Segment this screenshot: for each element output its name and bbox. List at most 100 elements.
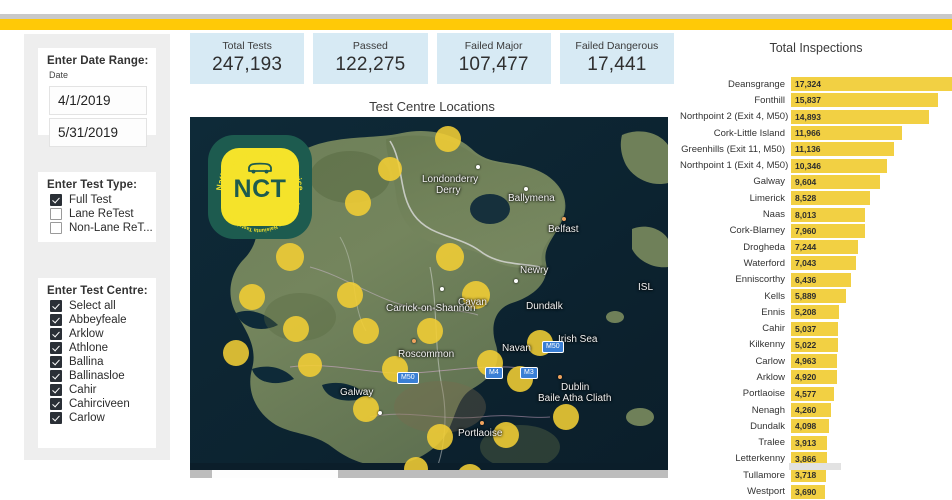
chart-row[interactable]: Northpoint 1 (Exit 4, M50) 10,346 (680, 157, 952, 173)
chart-row[interactable]: Deansgrange 17,324 (680, 76, 952, 92)
chart-bar[interactable]: 3,718 (791, 468, 826, 483)
chart-row[interactable]: Northpoint 2 (Exit 4, M50) 14,893 (680, 109, 952, 125)
chart-bar[interactable]: 11,966 (791, 126, 903, 141)
chart-row[interactable]: Tralee 3,913 (680, 435, 952, 451)
test-type-option[interactable]: Lane ReTest (38, 207, 156, 221)
test-type-option[interactable]: Non-Lane ReT... (38, 221, 156, 235)
map-test-centre-bubble[interactable] (553, 404, 579, 430)
map-test-centre-bubble[interactable] (378, 157, 402, 181)
checkbox-icon[interactable] (50, 208, 62, 220)
test-centre-option[interactable]: Cahirciveen (38, 397, 156, 411)
checkbox-icon[interactable] (50, 194, 62, 206)
chart-row[interactable]: Kells 5,889 (680, 288, 952, 304)
chart-row[interactable]: Portlaoise 4,577 (680, 386, 952, 402)
chart-bar[interactable]: 4,577 (791, 386, 834, 401)
date-end-input[interactable]: 5/31/2019 (49, 118, 147, 147)
chart-row[interactable]: Fonthill 15,837 (680, 92, 952, 108)
kpi-card[interactable]: Failed Dangerous 17,441 (559, 33, 674, 84)
map-test-centre-bubble[interactable] (353, 318, 379, 344)
chart-row[interactable]: Dundalk 4,098 (680, 418, 952, 434)
checkbox-icon[interactable] (50, 300, 62, 312)
chart-row[interactable]: Cahir 5,037 (680, 320, 952, 336)
kpi-card[interactable]: Total Tests 247,193 (190, 33, 305, 84)
map-test-centre-bubble[interactable] (239, 284, 265, 310)
test-centre-option[interactable]: Carlow (38, 411, 156, 425)
test-centre-option[interactable]: Ballina (38, 355, 156, 369)
map-test-centre-bubble[interactable] (435, 126, 461, 152)
test-centre-option[interactable]: Select all (38, 299, 156, 313)
map-test-centre-bubble[interactable] (223, 340, 249, 366)
checkbox-icon[interactable] (50, 398, 62, 410)
chart-bar[interactable]: 17,324 (791, 77, 952, 92)
checkbox-icon[interactable] (50, 356, 62, 368)
chart-bar[interactable]: 15,837 (791, 93, 939, 108)
map-city-dot (476, 165, 480, 169)
test-centre-option[interactable]: Arklow (38, 327, 156, 341)
chart-bar[interactable]: 14,893 (791, 109, 930, 124)
chart-bar[interactable]: 5,037 (791, 321, 838, 336)
map-test-centre-bubble[interactable] (337, 282, 363, 308)
chart-bar[interactable]: 3,913 (791, 435, 828, 450)
chart-row[interactable]: Nenagh 4,260 (680, 402, 952, 418)
map-test-centre-bubble[interactable] (345, 190, 371, 216)
checkbox-icon[interactable] (50, 370, 62, 382)
chart-bar[interactable]: 7,960 (791, 223, 865, 238)
chart-bar[interactable]: 5,022 (791, 337, 838, 352)
chart-category-label: Kilkenny (749, 339, 785, 351)
chart-bar[interactable]: 7,244 (791, 240, 859, 255)
test-centre-option[interactable]: Abbeyfeale (38, 313, 156, 327)
chart-row[interactable]: Ennis 5,208 (680, 304, 952, 320)
chart-bar[interactable]: 4,260 (791, 403, 831, 418)
checkbox-icon[interactable] (50, 412, 62, 424)
chart-row[interactable]: Enniscorthy 6,436 (680, 272, 952, 288)
chart-row[interactable]: Cork-Blarney 7,960 (680, 223, 952, 239)
chart-bar[interactable]: 5,208 (791, 305, 840, 320)
test-centre-map[interactable]: National Car Testing Service An tSeirbhi… (190, 117, 668, 478)
chart-bar[interactable]: 3,690 (791, 484, 826, 499)
map-test-centre-bubble[interactable] (283, 316, 309, 342)
chart-bar[interactable]: 4,963 (791, 354, 838, 369)
chart-bar[interactable]: 8,013 (791, 207, 866, 222)
checkbox-icon[interactable] (50, 314, 62, 326)
chart-row[interactable]: Naas 8,013 (680, 206, 952, 222)
test-centre-option[interactable]: Cahir (38, 383, 156, 397)
map-test-centre-bubble[interactable] (276, 243, 304, 271)
chart-bar[interactable]: 9,604 (791, 174, 881, 189)
test-centre-option[interactable]: Ballinasloe (38, 369, 156, 383)
test-centre-option[interactable]: Athlone (38, 341, 156, 355)
map-horizontal-scrollbar[interactable] (190, 470, 668, 478)
chart-row[interactable]: Limerick 8,528 (680, 190, 952, 206)
chart-row[interactable]: Kilkenny 5,022 (680, 337, 952, 353)
chart-bar[interactable]: 5,889 (791, 289, 846, 303)
chart-bar[interactable]: 10,346 (791, 158, 888, 173)
chart-row[interactable]: Carlow 4,963 (680, 353, 952, 369)
checkbox-icon[interactable] (50, 328, 62, 340)
map-test-centre-bubble[interactable] (417, 318, 443, 344)
chart-row[interactable]: Westport 3,690 (680, 483, 952, 499)
checkbox-icon[interactable] (50, 342, 62, 354)
chart-bar[interactable]: 4,920 (791, 370, 837, 385)
chart-bar[interactable]: 8,528 (791, 191, 871, 206)
chart-bar[interactable]: 11,136 (791, 142, 895, 157)
chart-bar-value: 3,718 (795, 470, 817, 481)
chart-row[interactable]: Galway 9,604 (680, 174, 952, 190)
chart-row[interactable]: Cork-Little Island 11,966 (680, 125, 952, 141)
chart-row[interactable]: Arklow 4,920 (680, 369, 952, 385)
kpi-card[interactable]: Failed Major 107,477 (436, 33, 551, 84)
chart-row[interactable]: Greenhills (Exit 11, M50) 11,136 (680, 141, 952, 157)
kpi-card[interactable]: Passed 122,275 (313, 33, 428, 84)
chart-bar[interactable]: 4,098 (791, 419, 830, 434)
checkbox-icon[interactable] (50, 222, 62, 234)
date-start-input[interactable]: 4/1/2019 (49, 86, 147, 115)
map-test-centre-bubble[interactable] (353, 396, 379, 422)
test-type-option[interactable]: Full Test (38, 193, 156, 207)
map-test-centre-bubble[interactable] (436, 243, 464, 271)
chart-bar-value: 5,022 (795, 339, 817, 350)
chart-bar[interactable]: 7,043 (791, 256, 857, 271)
map-test-centre-bubble[interactable] (298, 353, 322, 377)
chart-row[interactable]: Drogheda 7,244 (680, 239, 952, 255)
map-test-centre-bubble[interactable] (427, 424, 453, 450)
checkbox-icon[interactable] (50, 384, 62, 396)
chart-bar[interactable]: 6,436 (791, 272, 851, 287)
chart-row[interactable]: Waterford 7,043 (680, 255, 952, 271)
